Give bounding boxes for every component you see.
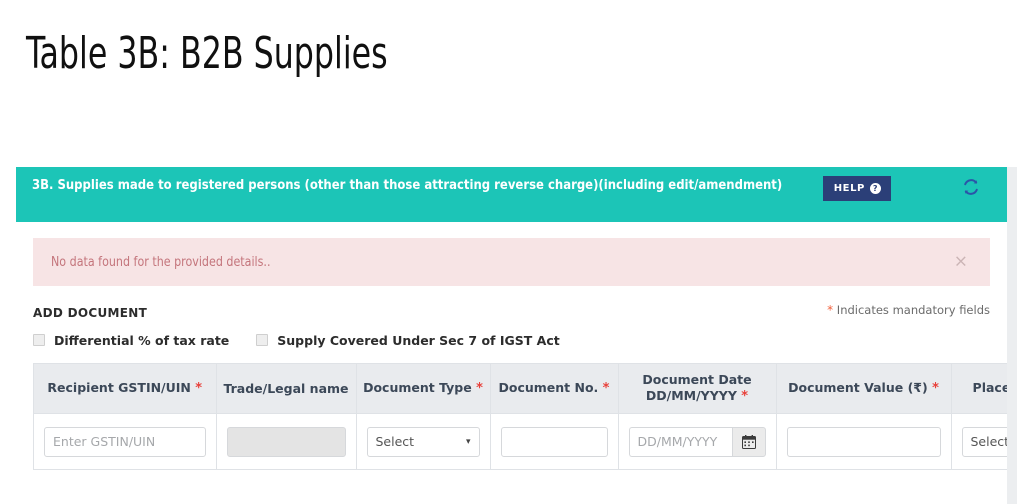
- vertical-scrollbar[interactable]: [1007, 167, 1017, 504]
- document-no-input[interactable]: [500, 426, 608, 457]
- alert-message: No data found for the provided details..: [51, 254, 271, 270]
- column-label: Document No.: [498, 380, 599, 395]
- mandatory-fields-note: * Indicates mandatory fields: [827, 303, 990, 317]
- required-asterisk: *: [476, 381, 483, 396]
- column-header-document-no: Document No. *: [490, 364, 619, 414]
- required-asterisk: *: [932, 381, 939, 396]
- options-checkbox-row: Differential % of tax rate Supply Covere…: [33, 331, 990, 349]
- panel-header-title: 3B. Supplies made to registered persons …: [32, 177, 783, 193]
- document-type-select[interactable]: Select ▾: [366, 426, 480, 457]
- cell-document-type: Select ▾: [356, 413, 491, 470]
- document-type-value: Select: [375, 434, 415, 449]
- column-label: Document Date: [642, 372, 752, 387]
- column-label: Document Type: [363, 380, 472, 395]
- checkbox-supply-sec7-igst[interactable]: [256, 334, 269, 346]
- required-asterisk: *: [195, 381, 203, 396]
- question-circle-icon: ?: [870, 183, 881, 194]
- column-label: Trade/Legal name: [223, 380, 349, 396]
- column-header-document-date: Document Date DD/MM/YYYY *: [618, 364, 777, 414]
- place-of-supply-value: Select: [970, 434, 1008, 449]
- add-document-title: ADD DOCUMENT: [33, 306, 148, 320]
- help-button-label: HELP: [833, 182, 865, 194]
- mandatory-asterisk: *: [827, 303, 834, 317]
- column-header-recipient-gstin: Recipient GSTIN/UIN *: [34, 364, 217, 414]
- document-date-input[interactable]: [628, 426, 732, 457]
- scrollbar-edge: [1017, 167, 1024, 504]
- cell-place-of-supply: Select ▾: [951, 413, 1008, 470]
- cell-recipient-gstin: [34, 413, 217, 470]
- column-header-document-type: Document Type *: [356, 364, 491, 414]
- refresh-icon[interactable]: [961, 177, 981, 197]
- cell-document-date: [618, 413, 777, 470]
- table-row: Select ▾: [34, 413, 1008, 470]
- panel-header: 3B. Supplies made to registered persons …: [16, 167, 1007, 222]
- page-title: Table 3B: B2B Supplies: [26, 28, 388, 79]
- b2b-supplies-panel: 3B. Supplies made to registered persons …: [16, 167, 1007, 504]
- checkbox-differential-tax-rate[interactable]: [33, 334, 45, 346]
- cell-document-value: [776, 413, 952, 470]
- chevron-down-icon: ▾: [465, 436, 471, 447]
- document-date-group: [628, 426, 766, 457]
- column-header-place-of-supply: Place of Supply *: [951, 364, 1007, 414]
- column-label: Recipient GSTIN/UIN: [47, 380, 191, 395]
- cell-trade-legal-name: [216, 413, 357, 470]
- add-document-section-header: ADD DOCUMENT * Indicates mandatory field…: [33, 302, 990, 320]
- help-button[interactable]: HELP ?: [822, 176, 891, 201]
- column-header-document-value: Document Value (₹) *: [776, 364, 952, 414]
- calendar-icon[interactable]: [731, 426, 766, 457]
- table-header-row: Recipient GSTIN/UIN * Trade/Legal name D…: [34, 364, 1007, 414]
- checkbox-label-differential-tax-rate: Differential % of tax rate: [54, 332, 230, 348]
- place-of-supply-select[interactable]: Select ▾: [961, 426, 1008, 457]
- documents-table-wrapper: Recipient GSTIN/UIN * Trade/Legal name D…: [33, 363, 1007, 470]
- no-data-alert: No data found for the provided details..…: [33, 238, 990, 286]
- cell-document-no: [490, 413, 619, 470]
- document-value-input[interactable]: [786, 426, 941, 457]
- close-icon[interactable]: ×: [954, 253, 968, 271]
- mandatory-note-text: Indicates mandatory fields: [836, 303, 990, 317]
- checkbox-label-supply-sec7-igst: Supply Covered Under Sec 7 of IGST Act: [277, 332, 560, 348]
- documents-table: Recipient GSTIN/UIN * Trade/Legal name D…: [34, 364, 1007, 470]
- required-asterisk: *: [741, 389, 749, 404]
- column-header-trade-legal-name: Trade/Legal name: [216, 364, 357, 414]
- trade-legal-name-input: [226, 426, 346, 457]
- column-label-format: DD/MM/YYYY: [645, 388, 737, 403]
- gstin-input[interactable]: [44, 426, 206, 457]
- required-asterisk: *: [602, 381, 610, 396]
- column-label: Place of Supply: [972, 380, 1007, 395]
- column-label: Document Value (₹): [788, 380, 928, 395]
